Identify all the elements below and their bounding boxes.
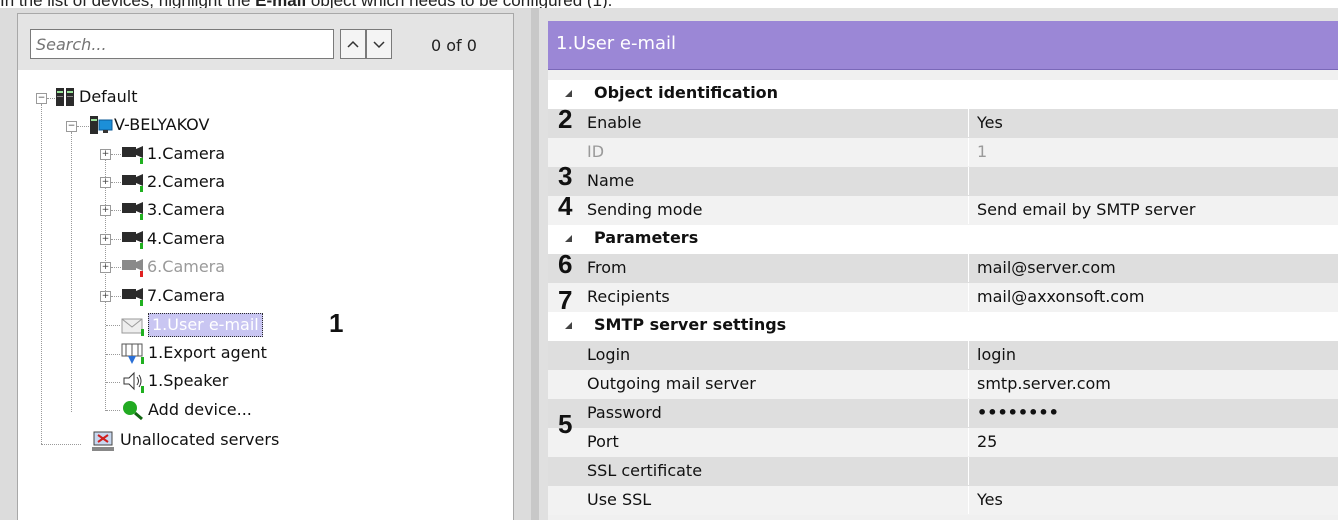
tree-item-unallocated-servers[interactable]: Unallocated servers xyxy=(120,429,279,451)
tree-item-camera[interactable]: 7.Camera xyxy=(147,285,225,307)
speaker-icon xyxy=(123,371,144,393)
camera-icon xyxy=(122,288,143,306)
property-enable[interactable]: Enable Yes xyxy=(548,109,1338,138)
callout-3: 3 xyxy=(558,161,573,191)
property-sending-mode[interactable]: Sending mode Send email by SMTP server xyxy=(548,196,1338,225)
tree-item-server[interactable]: V-BELYAKOV xyxy=(114,114,209,136)
chevron-down-icon xyxy=(373,41,385,49)
camera-icon xyxy=(122,174,143,192)
properties-panel: 1.User e-mail Object identification Enab… xyxy=(548,21,1338,520)
device-tree-panel: 0 of 0 − Default − V-BELYAKOV + 1.Camera… xyxy=(17,13,514,520)
email-icon xyxy=(121,318,144,336)
expander-camera-2[interactable]: + xyxy=(100,177,111,188)
expander-camera-6[interactable]: + xyxy=(100,262,111,273)
category-smtp-server-settings[interactable]: SMTP server settings xyxy=(548,312,1338,341)
properties-title-bar: 1.User e-mail xyxy=(548,21,1338,70)
search-result-counter: 0 of 0 xyxy=(431,36,477,55)
expander-server[interactable]: − xyxy=(66,121,77,132)
server-group-icon xyxy=(56,88,74,106)
camera-disabled-icon xyxy=(122,259,143,277)
property-password[interactable]: Password •••••••• xyxy=(548,399,1338,428)
property-use-ssl[interactable]: Use SSL Yes xyxy=(548,486,1338,515)
callout-7: 7 xyxy=(558,285,573,315)
tree-item-camera[interactable]: 4.Camera xyxy=(147,228,225,250)
tree-item-add-device[interactable]: Add device... xyxy=(148,399,252,421)
property-from[interactable]: From mail@server.com xyxy=(548,254,1338,283)
camera-icon xyxy=(122,202,143,220)
tree-item-email-selected[interactable]: 1.User e-mail xyxy=(148,313,263,337)
property-login[interactable]: Login login xyxy=(548,341,1338,370)
expander-default[interactable]: − xyxy=(36,93,47,104)
export-agent-icon xyxy=(121,343,144,364)
tree-item-speaker[interactable]: 1.Speaker xyxy=(148,370,228,392)
collapse-triangle-icon[interactable] xyxy=(565,235,572,242)
search-next-button[interactable] xyxy=(366,29,392,59)
tree-item-export-agent[interactable]: 1.Export agent xyxy=(148,342,267,364)
callout-6: 6 xyxy=(558,249,573,279)
property-outgoing-mail-server[interactable]: Outgoing mail server smtp.server.com xyxy=(548,370,1338,399)
expander-camera-4[interactable]: + xyxy=(100,234,111,245)
tree-item-default[interactable]: Default xyxy=(79,86,137,108)
category-parameters[interactable]: Parameters xyxy=(548,225,1338,254)
server-icon xyxy=(90,116,113,134)
callout-2: 2 xyxy=(558,104,573,134)
tree-item-camera[interactable]: 3.Camera xyxy=(147,199,225,221)
tree-item-camera[interactable]: 1.Camera xyxy=(147,143,225,165)
camera-icon xyxy=(122,146,143,164)
callout-5: 5 xyxy=(558,409,573,439)
property-port[interactable]: Port 25 xyxy=(548,428,1338,457)
search-input[interactable] xyxy=(30,29,334,59)
expander-camera-1[interactable]: + xyxy=(100,149,111,160)
expander-camera-7[interactable]: + xyxy=(100,291,111,302)
search-prev-button[interactable] xyxy=(340,29,366,59)
property-recipients[interactable]: Recipients mail@axxonsoft.com xyxy=(548,283,1338,312)
expander-camera-3[interactable]: + xyxy=(100,205,111,216)
callout-4: 4 xyxy=(558,191,573,221)
add-device-icon xyxy=(123,401,143,421)
collapse-triangle-icon[interactable] xyxy=(565,90,572,97)
search-bar: 0 of 0 xyxy=(18,14,513,70)
camera-icon xyxy=(122,231,143,249)
property-name[interactable]: Name xyxy=(548,167,1338,196)
tree-item-camera-disabled[interactable]: 6.Camera xyxy=(147,256,225,278)
callout-1: 1 xyxy=(329,308,344,338)
category-object-identification[interactable]: Object identification xyxy=(548,80,1338,109)
unallocated-server-icon xyxy=(92,431,114,451)
collapse-triangle-icon[interactable] xyxy=(565,322,572,329)
chevron-up-icon xyxy=(347,40,359,48)
property-id: ID 1 xyxy=(548,138,1338,167)
tree-item-camera[interactable]: 2.Camera xyxy=(147,171,225,193)
property-ssl-certificate[interactable]: SSL certificate xyxy=(548,457,1338,486)
properties-title: 1.User e-mail xyxy=(556,33,677,54)
